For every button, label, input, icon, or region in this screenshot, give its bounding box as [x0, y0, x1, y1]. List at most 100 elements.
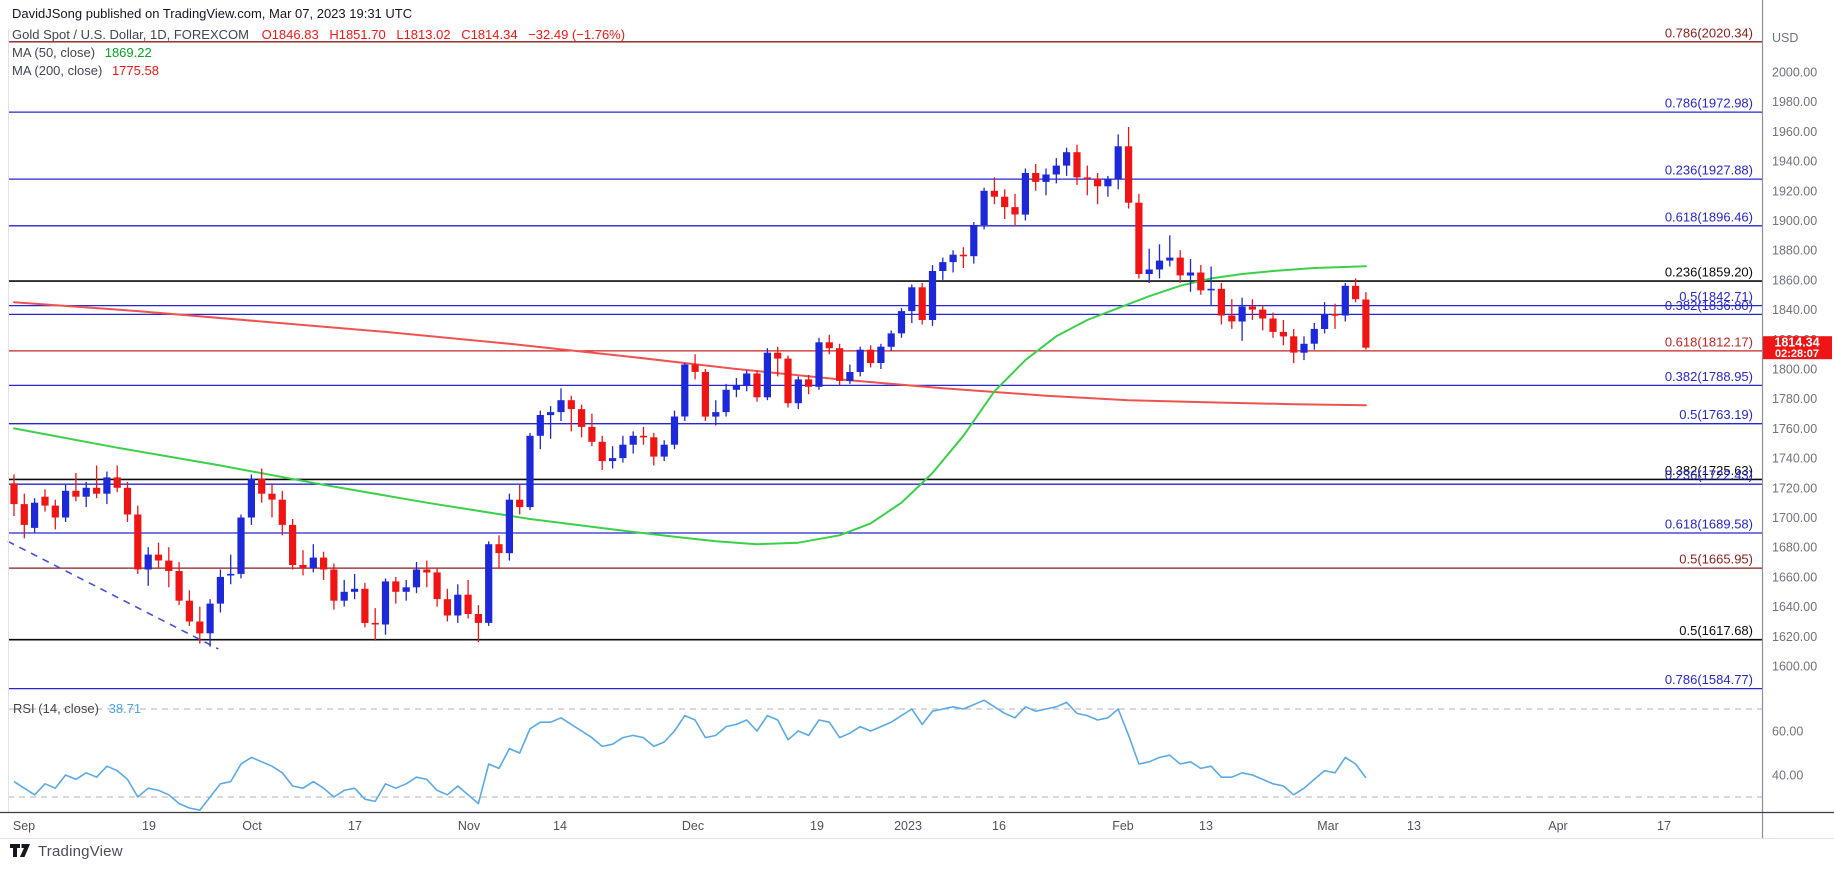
tradingview-logo[interactable]: TradingView	[10, 843, 123, 860]
rsi-legend: RSI (14, close) 38.71	[13, 701, 141, 716]
candle-body	[1053, 166, 1060, 175]
candle-body	[939, 262, 946, 271]
ma200-value: 1775.58	[112, 63, 159, 78]
fib-level-label: 0.5(1617.68)	[1679, 623, 1753, 638]
fib-level-label: 0.236(1927.88)	[1665, 163, 1753, 178]
candle-body	[1156, 261, 1163, 270]
time-axis-label: 16	[992, 819, 1006, 833]
candle-body	[898, 311, 905, 333]
candle-body	[186, 601, 193, 622]
candle-body	[1321, 314, 1328, 329]
price-pane[interactable]: 0.786(2020.34)0.786(1972.98)0.236(1927.8…	[8, 25, 1762, 688]
candle-body	[351, 589, 358, 592]
candle-body	[1218, 289, 1225, 316]
chart-canvas[interactable]: 0.786(2020.34)0.786(1972.98)0.236(1927.8…	[0, 0, 1834, 875]
candle-body	[630, 436, 637, 445]
candle-body	[1063, 152, 1070, 165]
candle-body	[165, 561, 172, 571]
price-scale-tick: 1960.00	[1772, 125, 1817, 139]
candle-body	[908, 287, 915, 311]
fib-level-label: 0.5(1763.19)	[1679, 407, 1753, 422]
candle-body	[1342, 286, 1349, 316]
time-axis-label: Oct	[242, 819, 262, 833]
price-scale-tick: 1620.00	[1772, 630, 1817, 644]
candle-body	[248, 479, 255, 518]
candle-body	[444, 599, 451, 615]
candle-body	[981, 191, 988, 225]
attribution-text: DavidJSong published on TradingView.com,…	[12, 5, 625, 22]
candle-body	[1146, 270, 1153, 275]
candle-body	[1187, 273, 1194, 276]
candle-body	[1115, 146, 1122, 179]
currency-label: USD	[1772, 31, 1798, 45]
candle-body	[1042, 175, 1049, 182]
time-axis-label: Nov	[458, 819, 481, 833]
candle-body	[867, 350, 874, 363]
candle-body	[1362, 300, 1369, 348]
candle-body	[434, 572, 441, 599]
candle-body	[465, 595, 472, 614]
candle-body	[805, 379, 812, 386]
candle-body	[568, 400, 575, 409]
price-scale[interactable]: USD2000.001980.001960.001940.001920.0019…	[1763, 0, 1833, 838]
candle-body	[1269, 319, 1276, 332]
candle-body	[423, 570, 430, 573]
ohlc-low: L1813.02	[396, 27, 450, 42]
candle-body	[764, 353, 771, 398]
tradingview-snapshot: 0.786(2020.34)0.786(1972.98)0.236(1927.8…	[0, 0, 1834, 875]
candle-body	[72, 491, 79, 497]
candle-body	[21, 504, 28, 525]
candle-body	[1197, 273, 1204, 291]
candle-body	[888, 333, 895, 346]
time-axis-label: 13	[1199, 819, 1213, 833]
price-scale-tick: 1900.00	[1772, 214, 1817, 228]
time-axis-label: 17	[348, 819, 362, 833]
candle-body	[1084, 177, 1091, 179]
candle-body	[784, 359, 791, 404]
price-scale-tick: 1880.00	[1772, 244, 1817, 258]
candle-body	[1280, 332, 1287, 337]
fib-level-label: 0.786(1972.98)	[1665, 96, 1753, 111]
candle-body	[723, 390, 730, 412]
candle-body	[413, 570, 420, 588]
symbol-ohlc-row: Gold Spot / U.S. Dollar, 1D, FOREXCOM O1…	[12, 26, 625, 43]
last-price-badge: 1814.3402:28:07	[1763, 336, 1832, 361]
candle-body	[103, 477, 110, 493]
candle-body	[258, 479, 265, 494]
ma50-line	[14, 266, 1366, 544]
candle-body	[650, 437, 657, 456]
trendline[interactable]	[8, 541, 219, 649]
time-axis-label: 19	[810, 819, 824, 833]
price-scale-tick: 1660.00	[1772, 570, 1817, 584]
price-scale-tick: 1940.00	[1772, 155, 1817, 169]
ohlc-change: −32.49 (−1.76%)	[528, 27, 625, 42]
candle-body	[506, 500, 513, 554]
candle-body	[1208, 289, 1215, 291]
time-axis-label: 17	[1657, 819, 1671, 833]
bar-countdown: 02:28:07	[1775, 348, 1819, 360]
candle-body	[1331, 314, 1338, 316]
candle-body	[692, 365, 699, 372]
candle-body	[795, 379, 802, 403]
candle-body	[10, 483, 17, 504]
candle-body	[733, 385, 740, 390]
time-axis[interactable]: Sep19Oct17Nov14Dec19202316Feb13Mar13Apr1…	[13, 819, 1671, 833]
time-axis-label: Sep	[13, 819, 35, 833]
fib-level-label: 0.382(1788.95)	[1665, 369, 1753, 384]
rsi-pane[interactable]: 60.0040.00	[8, 700, 1803, 810]
candle-body	[599, 442, 606, 461]
candle-body	[712, 412, 719, 417]
candle-body	[124, 488, 131, 515]
candle-body	[1166, 258, 1173, 261]
candle-body	[640, 436, 647, 438]
candle-body	[702, 372, 709, 417]
fib-level-label: 0.618(1812.17)	[1665, 334, 1753, 349]
candle-body	[950, 255, 957, 262]
candle-body	[83, 488, 90, 497]
price-scale-tick: 1800.00	[1772, 363, 1817, 377]
candle-body	[155, 555, 162, 561]
candle-body	[836, 348, 843, 381]
candle-body	[1290, 336, 1297, 352]
candle-body	[330, 570, 337, 601]
candle-body	[1228, 316, 1235, 322]
